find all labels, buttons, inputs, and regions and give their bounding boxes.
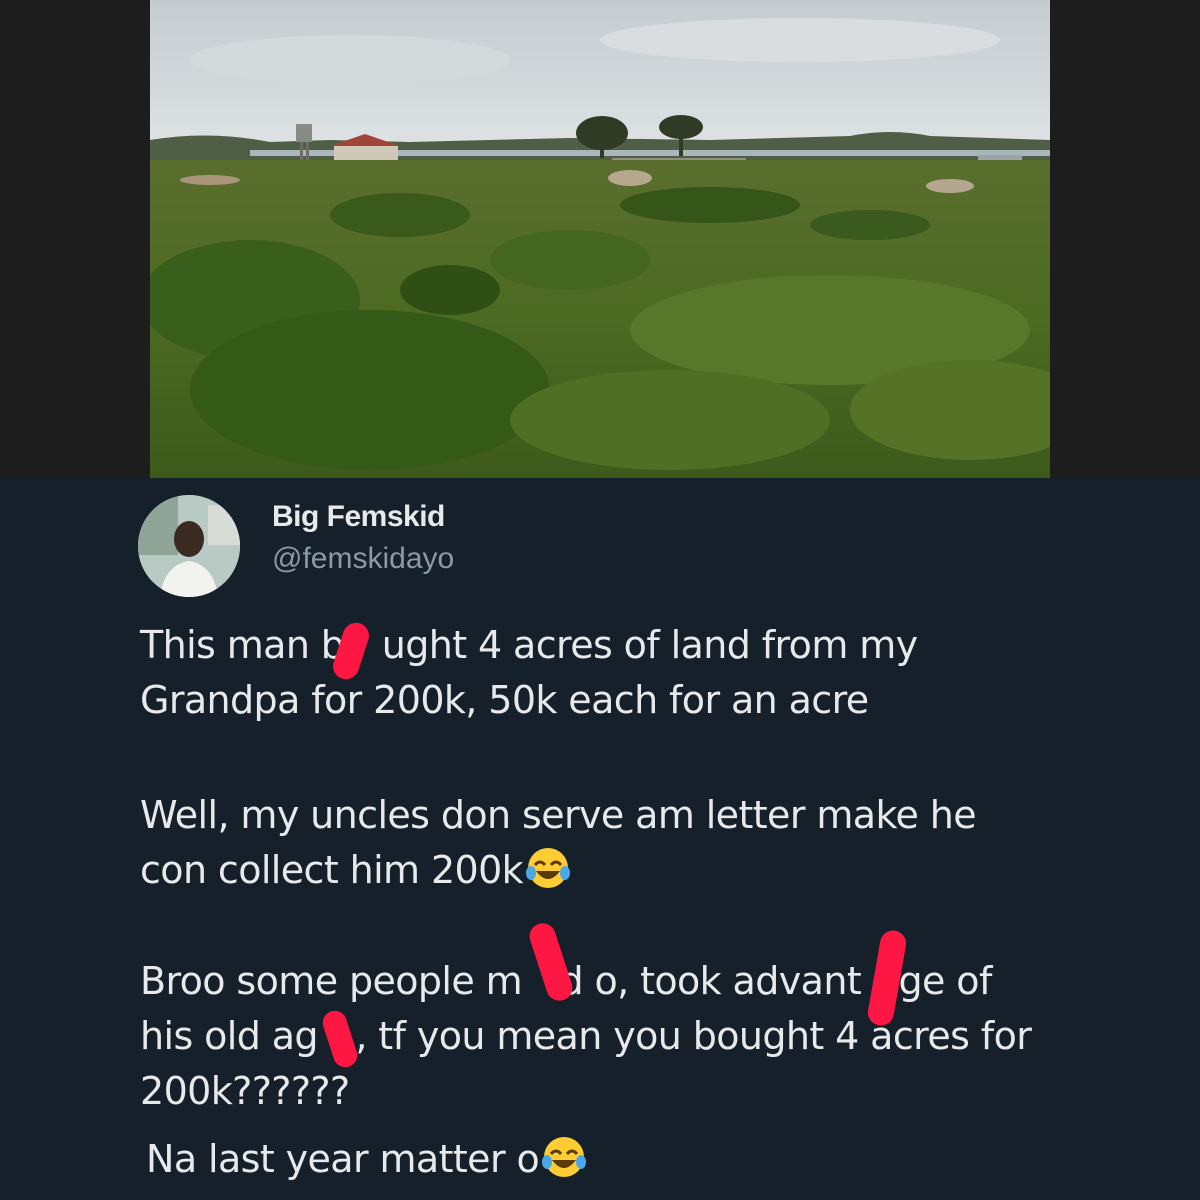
avatar[interactable] [138,495,240,597]
land-photo[interactable] [150,0,1050,478]
tweet-paragraph: Broo some people m d o, took advant ge o… [140,959,1032,1113]
face-with-tears-of-joy-icon [526,848,571,888]
tweet-paragraph-text: Na last year matter o [146,1137,540,1181]
land-photo-image [150,0,1050,478]
tweet-paragraph: Na last year matter o [146,1132,1106,1187]
tweet-card: Big Femskid @femskidayo This man b ught … [0,478,1200,1200]
face-with-tears-of-joy-icon [542,1137,587,1177]
tweet-paragraph: Well, my uncles don serve am letter make… [140,788,1100,898]
author-display-name[interactable]: Big Femskid [272,500,445,534]
photo-frame [0,0,1200,478]
author-handle[interactable]: @femskidayo [272,542,454,576]
avatar-image [138,495,240,597]
tweet-paragraph: This man b ught 4 acres of land from my … [140,623,918,722]
